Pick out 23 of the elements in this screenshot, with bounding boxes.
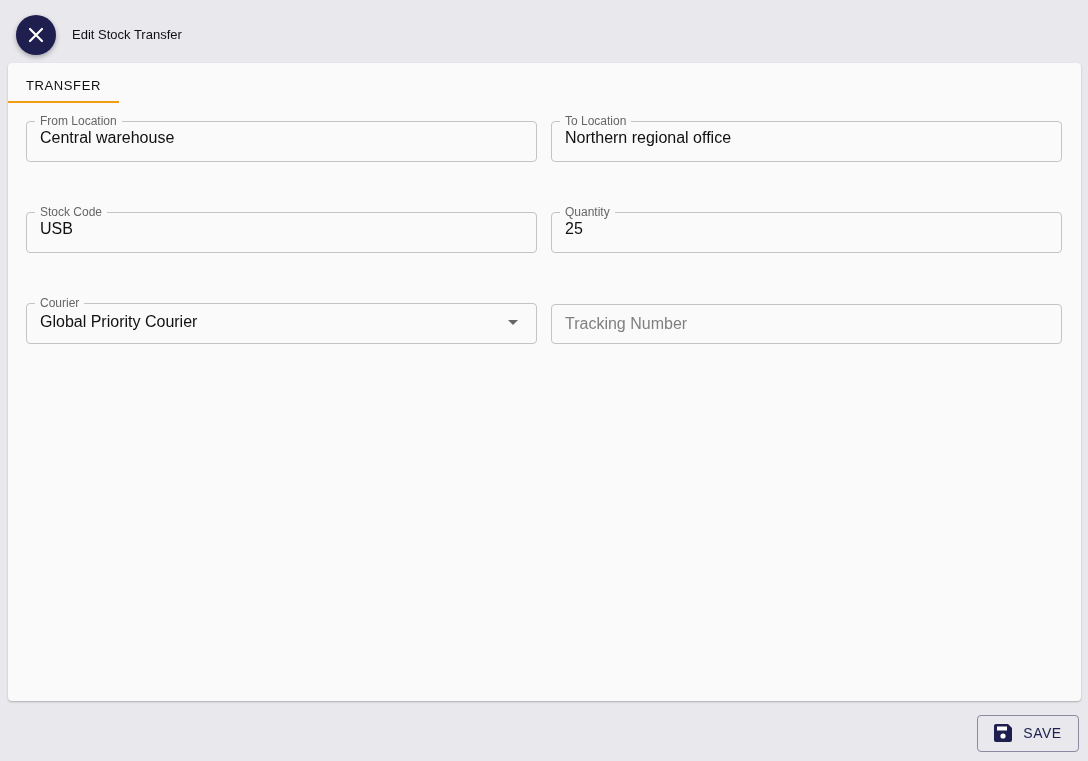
field-label: From Location	[39, 114, 118, 128]
field-value: Northern regional office	[565, 129, 732, 146]
close-icon	[28, 26, 44, 43]
field-label: Quantity	[564, 205, 611, 219]
save-button[interactable]: SAVE	[977, 714, 1079, 752]
caret-icon	[508, 319, 518, 325]
dropdown-field[interactable]: Courier Global Priority Courier	[26, 296, 537, 344]
input-field[interactable]: To Location Northern regional office	[551, 114, 1062, 162]
field-label: Courier	[39, 296, 81, 310]
field-label: Stock Code	[39, 205, 104, 219]
input-field[interactable]: Tracking Number	[551, 304, 1062, 344]
field-value: USB	[40, 220, 73, 237]
field-label: To Location	[564, 114, 628, 128]
input-field[interactable]: Quantity 25	[551, 205, 1062, 253]
tab[interactable]: TRANSFER	[8, 63, 119, 103]
input-field[interactable]: From Location Central warehouse	[26, 114, 537, 162]
field-value: Central warehouse	[40, 129, 175, 146]
field-value: 25	[565, 220, 583, 237]
input-field[interactable]: Stock Code USB	[26, 205, 537, 253]
dialog-title: Edit Stock Transfer	[72, 27, 182, 42]
selected-value: Global Priority Courier	[40, 313, 198, 331]
placeholder-text: Tracking Number	[565, 315, 689, 333]
close-button[interactable]	[16, 14, 56, 55]
